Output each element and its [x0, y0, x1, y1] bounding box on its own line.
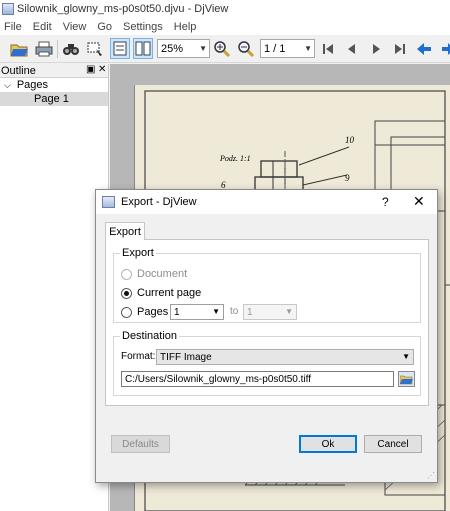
back-icon[interactable]: [414, 38, 434, 59]
drawing-label-9: 9: [345, 173, 350, 183]
tree-item-label: Pages: [16, 79, 49, 91]
page-value: 1 / 1: [264, 42, 286, 55]
last-page-icon[interactable]: [390, 38, 410, 59]
folder-icon: [400, 375, 413, 384]
menu-bar: File Edit View Go Settings Help: [0, 18, 450, 35]
radio-button[interactable]: [121, 287, 132, 299]
zoom-combo[interactable]: 25% ▼: [157, 39, 210, 58]
radio-pages[interactable]: Pages: [121, 306, 168, 318]
forward-icon[interactable]: [438, 38, 450, 59]
radio-current-page[interactable]: Current page: [121, 287, 201, 299]
tree-item-label: Page 1: [34, 93, 69, 105]
file-path-value: C:/Users/Silownik_glowny_ms-p0s0t50.tiff: [125, 373, 312, 385]
pages-to-value: 1: [247, 306, 253, 318]
menu-edit[interactable]: Edit: [33, 21, 52, 33]
dialog-title: Export - DjView: [121, 196, 197, 208]
file-path-input[interactable]: C:/Users/Silownik_glowny_ms-p0s0t50.tiff: [121, 371, 394, 387]
radio-button[interactable]: [121, 268, 132, 280]
chevron-down-icon: ▼: [199, 44, 207, 53]
menu-file[interactable]: File: [4, 21, 22, 33]
radio-document-label: Document: [137, 268, 188, 280]
side-by-side-view-icon[interactable]: [133, 38, 153, 59]
float-panel-icon[interactable]: ▣: [86, 64, 95, 75]
export-tab-panel: Export Document Current page Pages 1 ▼ t…: [105, 239, 429, 406]
destination-group-label: Destination: [120, 330, 180, 342]
menu-help[interactable]: Help: [174, 21, 197, 33]
close-panel-icon[interactable]: ✕: [98, 64, 106, 75]
outline-title: Outline: [1, 64, 36, 77]
chevron-down-icon: ▼: [304, 44, 312, 53]
radio-button[interactable]: [121, 306, 132, 318]
zoom-out-icon[interactable]: [236, 38, 256, 59]
destination-group: Destination Format: TIFF Image ▼ C:/User…: [113, 330, 421, 396]
zoom-in-icon[interactable]: [212, 38, 232, 59]
ok-button-label: Ok: [321, 438, 335, 450]
title-bar: Silownik_glowny_ms-p0s0t50.djvu - DjView: [0, 0, 450, 18]
print-icon[interactable]: [34, 38, 54, 59]
pages-from-value: 1: [174, 306, 180, 318]
djview-app-icon: [2, 3, 14, 15]
resize-grip-icon[interactable]: ⋰: [427, 471, 435, 480]
to-label: to: [230, 306, 239, 317]
menu-go[interactable]: Go: [97, 21, 112, 33]
format-label: Format:: [121, 351, 156, 362]
select-tool-icon[interactable]: [85, 38, 105, 59]
drawing-scale-label: Podz. 1:1: [219, 154, 251, 163]
defaults-button[interactable]: Defaults: [111, 435, 170, 453]
cancel-button[interactable]: Cancel: [364, 435, 422, 453]
tree-item-page-1[interactable]: Page 1: [0, 92, 108, 106]
export-group-label: Export: [120, 247, 156, 259]
drawing-label-10: 10: [345, 135, 355, 145]
next-page-icon[interactable]: [366, 38, 386, 59]
radio-current-page-label: Current page: [137, 287, 202, 299]
previous-page-icon[interactable]: [342, 38, 362, 59]
radio-pages-label: Pages: [137, 306, 169, 318]
chevron-down-icon[interactable]: ⌵: [4, 80, 11, 91]
open-icon[interactable]: [9, 38, 29, 59]
chevron-down-icon: ▼: [402, 352, 410, 361]
defaults-button-label: Defaults: [122, 438, 159, 450]
chevron-down-icon: ▼: [285, 307, 293, 316]
pages-from-combo[interactable]: 1 ▼: [170, 304, 224, 320]
chevron-down-icon: ▼: [212, 307, 220, 316]
zoom-value: 25%: [161, 42, 184, 55]
export-group: Export Document Current page Pages 1 ▼ t…: [113, 247, 421, 323]
find-binoculars-icon[interactable]: [61, 38, 81, 59]
dialog-title-bar: Export - DjView ? ✕: [96, 190, 437, 214]
tab-label: Export: [109, 225, 141, 238]
pages-to-combo[interactable]: 1 ▼: [243, 304, 297, 320]
tree-item-pages[interactable]: ⌵ Pages: [0, 78, 108, 92]
toolbar: 25% ▼ 1 / 1 ▼: [0, 35, 450, 63]
tab-export[interactable]: Export: [105, 222, 145, 240]
export-dialog: Export - DjView ? ✕ Export Export Docume…: [95, 189, 438, 483]
close-icon[interactable]: ✕: [413, 193, 425, 210]
continuous-view-icon[interactable]: [110, 38, 130, 59]
first-page-icon[interactable]: [318, 38, 338, 59]
format-combo[interactable]: TIFF Image ▼: [156, 349, 414, 365]
format-value: TIFF Image: [160, 351, 212, 363]
djview-app-icon: [102, 196, 115, 208]
outline-header: Outline ▣ ✕: [0, 64, 108, 78]
window-title: Silownik_glowny_ms-p0s0t50.djvu - DjView: [17, 3, 229, 15]
browse-folder-button[interactable]: [398, 371, 415, 387]
cancel-button-label: Cancel: [377, 438, 409, 450]
help-icon[interactable]: ?: [382, 195, 389, 209]
outline-panel: Outline ▣ ✕ ⌵ Pages Page 1: [0, 64, 109, 511]
menu-view[interactable]: View: [63, 21, 87, 33]
ok-button[interactable]: Ok: [299, 435, 357, 453]
radio-document[interactable]: Document: [121, 268, 187, 280]
page-combo[interactable]: 1 / 1 ▼: [260, 39, 315, 58]
menu-settings[interactable]: Settings: [123, 21, 163, 33]
